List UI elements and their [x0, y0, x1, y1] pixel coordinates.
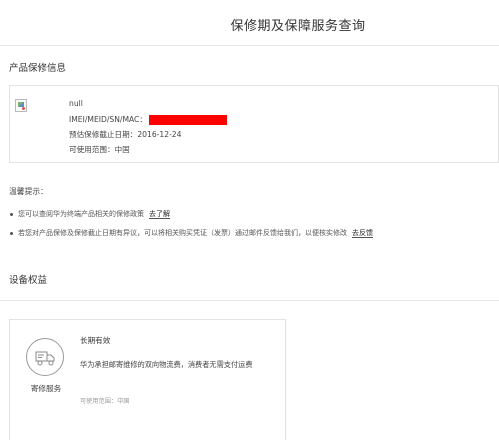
page-title: 保修期及保障服务查询 — [230, 19, 366, 34]
tip-text: 若您对产品保修及保修截止日期有异议，可以将相关购买凭证（发票）通过邮件反馈给我们… — [18, 229, 347, 237]
service-validity: 长期有效 — [80, 336, 111, 345]
product-info-card: null IMEI/MEID/SN/MAC： 预估保修截止日期：2016-12-… — [9, 85, 499, 163]
tip-text: 您可以查阅华为终端产品相关的保修政策 — [18, 210, 144, 218]
bullet-dot — [10, 231, 13, 235]
benefits-section-heading: 设备权益 — [9, 275, 48, 286]
feedback-link[interactable]: 去反馈 — [352, 229, 373, 238]
product-name: null — [69, 99, 83, 108]
benefits-divider — [0, 300, 499, 301]
service-description: 华为承担邮寄维修的双向物流费，消费者无需支付运费 — [80, 360, 253, 369]
warranty-date: 预估保修截止日期：2016-12-24 — [69, 130, 182, 139]
usage-region: 可使用范围：中国 — [69, 145, 130, 154]
product-id-line: IMEI/MEID/SN/MAC： — [69, 114, 227, 125]
tip-item: 若您对产品保修及保修截止日期有异议，可以将相关购买凭证（发票）通过邮件反馈给我们… — [10, 228, 373, 238]
tip-item: 您可以查阅华为终端产品相关的保修政策 去了解 — [10, 209, 170, 219]
service-icon-circle — [26, 338, 64, 376]
bullet-dot — [10, 212, 13, 216]
product-section-heading: 产品保修信息 — [9, 63, 67, 74]
product-id-label: IMEI/MEID/SN/MAC： — [69, 115, 147, 124]
header-divider — [0, 45, 499, 46]
service-label: 寄修服务 — [30, 384, 62, 393]
mail-repair-service-card[interactable]: 寄修服务 长期有效 华为承担邮寄维修的双向物流费，消费者无需支付运费 可使用范围… — [9, 319, 286, 440]
service-scope: 可使用范围：中国 — [80, 398, 130, 405]
product-image-broken-icon — [15, 99, 27, 112]
delivery-truck-icon — [35, 351, 55, 366]
product-id-redacted — [148, 115, 227, 125]
tips-title: 温馨提示： — [9, 187, 48, 196]
learn-more-link[interactable]: 去了解 — [149, 210, 170, 219]
